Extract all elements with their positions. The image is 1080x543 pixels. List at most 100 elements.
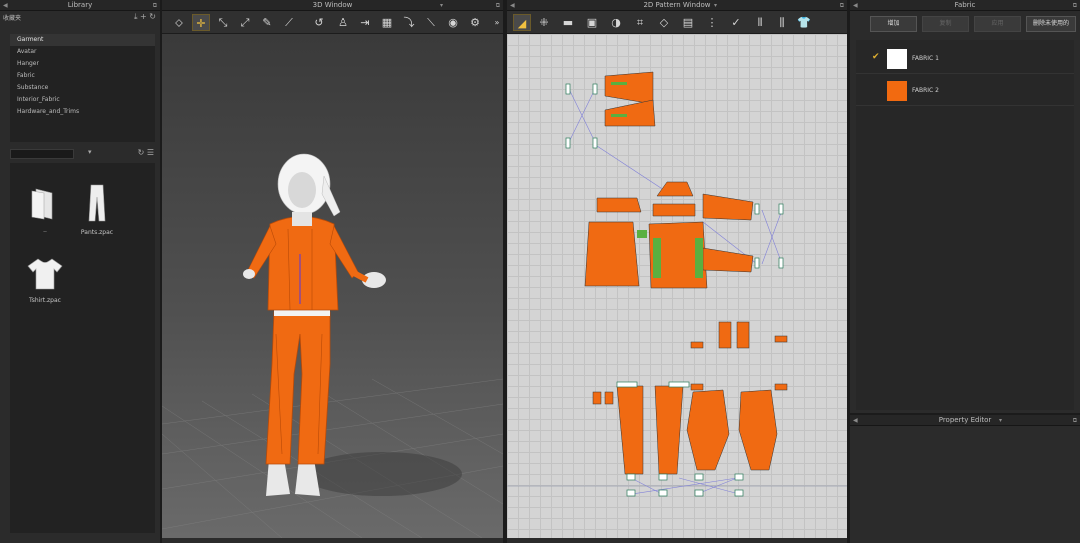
add-icon[interactable]: + xyxy=(140,12,147,21)
viewport-3d[interactable] xyxy=(162,34,503,538)
tree-item-hardware-and-trims[interactable]: Hardware_and_Trims xyxy=(10,106,155,118)
sew-icon[interactable]: ⟋ xyxy=(280,14,298,31)
file-item-parent[interactable]: .. xyxy=(22,185,68,234)
property-editor-titlebar: ◀ Property Editor ▾ ⧉ xyxy=(850,415,1080,426)
fold-arrangement-icon[interactable]: ⫴ xyxy=(751,14,769,31)
fabric-item-1[interactable]: ✔ FABRIC 1 xyxy=(856,44,1074,74)
fabric-panel: ◀ Fabric ⧉ 增加 复制 应用 删除未使用的 ✔ FABRIC 1 FA… xyxy=(850,0,1080,413)
pants-icon xyxy=(88,184,106,222)
add-fabric-button[interactable]: 增加 xyxy=(870,16,917,32)
pattern-sleeve-1 xyxy=(604,71,654,105)
undock-icon[interactable]: ⧉ xyxy=(1073,415,1077,426)
measure-icon[interactable]: ⇥ xyxy=(356,14,374,31)
pattern-tab-4 xyxy=(690,383,704,391)
tree-item-avatar[interactable]: Avatar xyxy=(10,46,155,58)
tree-item-fabric[interactable]: Fabric xyxy=(10,70,155,82)
pattern-sleeve-2 xyxy=(604,99,656,127)
panel-menu-icon[interactable]: ◀ xyxy=(853,0,858,11)
tree-item-hanger[interactable]: Hanger xyxy=(10,58,155,70)
more-tools-icon[interactable]: » xyxy=(488,14,506,31)
file-name: Tshirt.zpac xyxy=(29,297,61,304)
tree-item-garment[interactable]: Garment xyxy=(10,34,155,46)
free-sewing-icon[interactable]: ⋮ xyxy=(703,14,721,31)
transform-icon[interactable]: ⤢ xyxy=(236,14,254,31)
panel-menu-icon[interactable]: ◀ xyxy=(510,0,515,11)
library-panel: ◀ Library ⧉ 收藏夹 ⤓ + ↻ Garment Avatar Han… xyxy=(0,0,160,543)
garment-jacket xyxy=(267,216,339,311)
tape-icon[interactable]: ⤵ xyxy=(400,14,418,31)
pattern-canvas[interactable] xyxy=(507,34,847,538)
polygon-icon[interactable]: ▬ xyxy=(559,14,577,31)
pattern-pant-front-right xyxy=(654,385,684,475)
pattern-pocket-1 xyxy=(592,391,602,405)
line-icon[interactable]: ⟍ xyxy=(422,14,440,31)
pattern-strap-2 xyxy=(736,321,750,349)
tuck-icon[interactable]: ⫼ xyxy=(773,14,791,31)
apply-fabric-button[interactable]: 应用 xyxy=(974,16,1021,32)
window-3d: 3D Window ▾ ⧉ ⬦ ✛ ⤡ ⤢ ✎ ⟋ ↺ ♙ ⇥ ▦ ⤵ ⟍ ◉ … xyxy=(162,0,503,543)
zipper-icon[interactable]: ⚙ xyxy=(466,14,484,31)
undock-icon[interactable]: ⧉ xyxy=(1073,0,1077,11)
fabric-item-2[interactable]: FABRIC 2 xyxy=(856,76,1074,106)
garment-fit-icon[interactable]: 👕 xyxy=(795,14,813,31)
internal-line-icon[interactable]: ⌗ xyxy=(631,14,649,31)
seam-check-icon[interactable]: ✓ xyxy=(727,14,745,31)
fabric-list: ✔ FABRIC 1 FABRIC 2 xyxy=(856,40,1074,410)
refresh-icon[interactable]: ↻ xyxy=(149,12,156,21)
tshirt-icon xyxy=(27,258,63,290)
avatar-left-hand xyxy=(243,269,255,279)
chevron-down-icon[interactable]: ▾ xyxy=(999,415,1002,426)
library-header-tools: ⤓ + ↻ xyxy=(134,12,156,22)
fabric-titlebar: ◀ Fabric ⧉ xyxy=(850,0,1080,11)
edit-point-icon[interactable]: ⁜ xyxy=(535,14,553,31)
fabric-title: Fabric xyxy=(954,1,976,9)
pattern-pant-back-left xyxy=(686,389,730,471)
chevron-down-icon[interactable]: ▾ xyxy=(88,148,92,156)
tree-item-interior-fabric[interactable]: Interior_Fabric xyxy=(10,94,155,106)
transform-pattern-icon[interactable]: ◢ xyxy=(513,14,531,31)
avatar-left-foot xyxy=(266,459,290,496)
segment-sewing-icon[interactable]: ▤ xyxy=(679,14,697,31)
edit-pattern-icon[interactable]: ⤡ xyxy=(214,14,232,31)
window-3d-toolbar: ⬦ ✛ ⤡ ⤢ ✎ ⟋ ↺ ♙ ⇥ ▦ ⤵ ⟍ ◉ ⚙ » xyxy=(162,11,503,34)
rectangle-icon[interactable]: ▣ xyxy=(583,14,601,31)
pattern-cuff-1 xyxy=(702,193,754,221)
chevron-down-icon[interactable]: ▾ xyxy=(440,0,443,11)
undock-icon[interactable]: ⧉ xyxy=(153,0,157,11)
library-file-grid: .. Pants.zpac Tshirt.zpac xyxy=(10,163,155,533)
pin-icon[interactable]: ✎ xyxy=(258,14,276,31)
undock-icon[interactable]: ⧉ xyxy=(840,0,844,11)
fabric-swatch xyxy=(887,49,907,69)
select-tool-icon[interactable]: ⬦ xyxy=(170,14,188,31)
panel-menu-icon[interactable]: ◀ xyxy=(853,415,858,426)
circle-icon[interactable]: ◑ xyxy=(607,14,625,31)
fabric-swatch xyxy=(887,81,907,101)
pattern-pieces xyxy=(507,71,847,497)
texture-icon[interactable]: ▦ xyxy=(378,14,396,31)
library-view-tools: ↻ ☰ xyxy=(138,148,154,157)
refresh-icon[interactable]: ↻ xyxy=(138,148,145,157)
pattern-collar xyxy=(656,181,694,197)
move-tool-icon[interactable]: ✛ xyxy=(192,14,210,31)
tree-item-substance[interactable]: Substance xyxy=(10,82,155,94)
file-item-tshirt[interactable]: Tshirt.zpac xyxy=(22,257,68,304)
copy-fabric-button[interactable]: 复制 xyxy=(922,16,969,32)
delete-unused-button[interactable]: 删除未使用的 xyxy=(1026,16,1076,32)
avatar-pose-icon[interactable]: ♙ xyxy=(334,14,352,31)
file-name: .. xyxy=(43,227,47,234)
download-icon[interactable]: ⤓ xyxy=(134,12,138,21)
pattern-yoke xyxy=(596,197,642,213)
chevron-down-icon[interactable]: ▾ xyxy=(714,0,717,11)
fold-icon[interactable]: ↺ xyxy=(310,14,328,31)
avatar-face xyxy=(288,172,316,208)
avatar-neck xyxy=(292,212,312,226)
avatar-scene xyxy=(162,153,503,538)
list-view-icon[interactable]: ☰ xyxy=(147,148,154,157)
panel-menu-icon[interactable]: ◀ xyxy=(3,0,8,11)
button-tool-icon[interactable]: ◉ xyxy=(444,14,462,31)
dart-icon[interactable]: ◇ xyxy=(655,14,673,31)
library-search-input[interactable] xyxy=(10,149,74,159)
file-item-pants[interactable]: Pants.zpac xyxy=(74,183,120,236)
pattern-back xyxy=(584,221,640,287)
undock-icon[interactable]: ⧉ xyxy=(496,0,500,11)
